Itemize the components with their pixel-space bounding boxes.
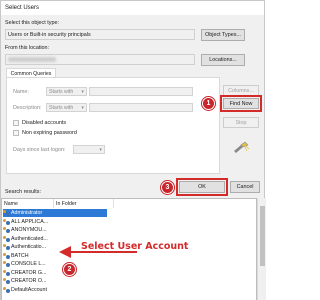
step-2-badge: 2 [63, 263, 76, 276]
user-icon [3, 227, 10, 233]
user-icon [3, 286, 10, 293]
list-item[interactable]: ALL APPLICA... [3, 218, 123, 226]
user-icon [3, 244, 10, 250]
columns-button[interactable]: Columns... [223, 85, 259, 96]
description-match-select[interactable]: Starts with ▾ [46, 103, 87, 112]
user-icon [3, 261, 10, 267]
step-1-badge: 1 [202, 97, 215, 110]
column-header-in-folder[interactable]: In Folder [54, 199, 114, 208]
non-expiring-password-checkbox[interactable] [13, 130, 19, 136]
ok-button[interactable]: OK [176, 178, 228, 196]
name-match-value: Starts with [49, 89, 74, 95]
user-icon [3, 278, 10, 284]
title-bar: Select Users [1, 1, 264, 15]
scrollbar-thumb[interactable] [260, 206, 265, 266]
non-expiring-password-label: Non expiring password [22, 130, 77, 136]
select-user-account-callout: Select User Account [81, 241, 189, 252]
name-query-input[interactable] [89, 87, 193, 96]
object-type-label: Select this object type: [5, 20, 59, 26]
column-header-name[interactable]: Name [2, 199, 54, 208]
chevron-down-icon: ▾ [99, 147, 102, 153]
days-since-logon-select[interactable]: ▾ [73, 145, 105, 154]
object-type-field: Users or Built-in security principals [5, 29, 195, 40]
user-icon [3, 235, 10, 242]
search-flashlight-icon [234, 141, 250, 153]
list-item[interactable]: DefaultAccount [3, 286, 123, 294]
search-results-label: Search results: [5, 189, 41, 195]
list-item[interactable]: ANONYMOU... [3, 226, 123, 234]
find-now-button[interactable]: Find Now [220, 95, 262, 112]
select-users-dialog: Select Users Select this object type: Us… [0, 0, 266, 300]
name-match-select[interactable]: Starts with ▾ [46, 87, 87, 96]
user-icon [3, 218, 10, 225]
name-label: Name: [13, 89, 29, 95]
list-item[interactable]: CREATOR O... [3, 277, 123, 285]
user-icon [3, 210, 10, 216]
location-field [5, 54, 195, 65]
step-3-badge: 3 [161, 181, 174, 194]
chevron-down-icon: ▾ [81, 89, 84, 95]
description-match-value: Starts with [49, 105, 74, 111]
user-icon [3, 252, 10, 259]
locations-button[interactable]: Locations... [201, 54, 245, 66]
object-type-value: Users or Built-in security principals [8, 32, 91, 38]
disabled-accounts-checkbox[interactable] [13, 120, 19, 126]
cancel-button[interactable]: Cancel [230, 181, 260, 193]
description-query-input[interactable] [89, 103, 193, 112]
stop-button[interactable]: Stop [223, 117, 259, 128]
location-value-redacted [8, 57, 56, 62]
days-since-logon-label: Days since last logon: [13, 147, 66, 153]
location-label: From this location: [5, 45, 50, 51]
list-item[interactable]: Administrator [3, 209, 107, 217]
object-types-button[interactable]: Object Types... [201, 29, 245, 41]
results-scrollbar[interactable] [257, 198, 266, 300]
description-label: Description: [13, 105, 42, 111]
disabled-accounts-label: Disabled accounts [22, 120, 67, 126]
window-title: Select Users [5, 5, 40, 11]
user-icon [3, 269, 10, 276]
chevron-down-icon: ▾ [81, 105, 84, 111]
